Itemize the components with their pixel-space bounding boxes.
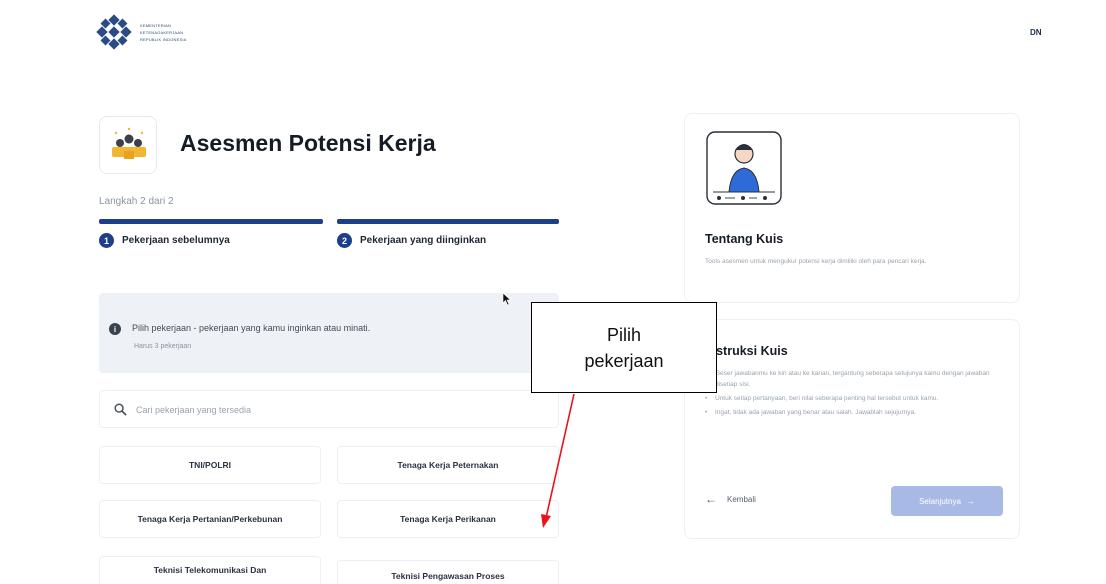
ministry-logo[interactable]: KEMENTERIAN KETENAGAKERJAAN REPUBLIK IND… bbox=[96, 14, 187, 50]
job-option-tni-polri[interactable]: TNI/POLRI bbox=[99, 446, 321, 484]
step-indicator-2: 2 Pekerjaan yang diinginkan bbox=[337, 233, 486, 248]
callout-line: Pilih bbox=[606, 324, 641, 345]
info-text: Pilih pekerjaan - pekerjaan yang kamu in… bbox=[132, 323, 371, 333]
arrow-left-icon: ← bbox=[705, 492, 717, 506]
job-search-input[interactable] bbox=[136, 401, 536, 419]
step-label: Pekerjaan yang diinginkan bbox=[360, 235, 487, 246]
logo-line: KETENAGAKERJAAN bbox=[140, 29, 184, 35]
back-label: Kembali bbox=[727, 494, 756, 504]
logo-line: KEMENTERIAN bbox=[140, 22, 172, 28]
job-search-box[interactable] bbox=[99, 390, 559, 428]
logo-line: REPUBLIK INDONESIA bbox=[140, 36, 187, 42]
next-label: Selanjutnya bbox=[919, 496, 961, 506]
back-button[interactable]: ← Kembali bbox=[705, 492, 756, 506]
job-option-telekomunikasi[interactable]: Teknisi Telekomunikasi Dan bbox=[99, 556, 321, 584]
info-icon: i bbox=[109, 323, 121, 335]
instructions-card: Instruksi Kuis Geser jawabanmu ke kiri a… bbox=[684, 319, 1020, 539]
logo-mark-icon bbox=[96, 14, 132, 50]
user-avatar[interactable]: DN bbox=[1030, 28, 1042, 37]
logo-text: KEMENTERIAN KETENAGAKERJAAN REPUBLIK IND… bbox=[140, 23, 187, 42]
quiz-person-illustration-icon bbox=[706, 131, 782, 205]
page-title: Asesmen Potensi Kerja bbox=[180, 130, 436, 156]
mouse-cursor-icon bbox=[502, 292, 512, 306]
step-number-badge: 1 bbox=[99, 233, 114, 248]
instructions-list: Geser jawabanmu ke kiri atau ke kanan, t… bbox=[705, 368, 1010, 421]
about-quiz-card: Tentang Kuis Tools asesmen untuk menguku… bbox=[684, 113, 1020, 303]
job-option-pengawasan-proses[interactable]: Teknisi Pengawasan Proses bbox=[337, 560, 559, 584]
job-option-pertanian[interactable]: Tenaga Kerja Pertanian/Perkebunan bbox=[99, 500, 321, 538]
step-counter: Langkah 2 dari 2 bbox=[99, 196, 174, 207]
callout-line: pekerjaan bbox=[584, 350, 664, 371]
info-subtext: Harus 3 pekerjaan bbox=[134, 343, 192, 350]
next-button[interactable]: Selanjutnya → bbox=[891, 486, 1003, 516]
instructions-title: Instruksi Kuis bbox=[705, 344, 788, 358]
instruction-item: Geser jawabanmu ke kiri atau ke kanan, t… bbox=[705, 368, 1010, 390]
info-box: i Pilih pekerjaan - pekerjaan yang kamu … bbox=[99, 293, 559, 373]
job-option-peternakan[interactable]: Tenaga Kerja Peternakan bbox=[337, 446, 559, 484]
quiz-illustration-icon bbox=[99, 116, 157, 174]
search-icon bbox=[114, 403, 127, 416]
annotation-callout: Pilih pekerjaan bbox=[531, 302, 717, 393]
arrow-right-icon: → bbox=[966, 496, 975, 506]
instruction-item: Untuk setiap pertanyaan, beri nilai sebe… bbox=[705, 393, 1010, 404]
job-option-perikanan[interactable]: Tenaga Kerja Perikanan bbox=[337, 500, 559, 538]
progress-bar-step-1 bbox=[99, 219, 323, 224]
step-number-badge: 2 bbox=[337, 233, 352, 248]
about-title: Tentang Kuis bbox=[705, 232, 784, 246]
step-indicator-1: 1 Pekerjaan sebelumnya bbox=[99, 233, 230, 248]
about-description: Tools asesmen untuk mengukur potensi ker… bbox=[705, 258, 927, 265]
progress-bar-step-2 bbox=[337, 219, 559, 224]
step-label: Pekerjaan sebelumnya bbox=[122, 235, 230, 246]
instruction-item: Ingat, tidak ada jawaban yang benar atau… bbox=[705, 407, 1010, 418]
